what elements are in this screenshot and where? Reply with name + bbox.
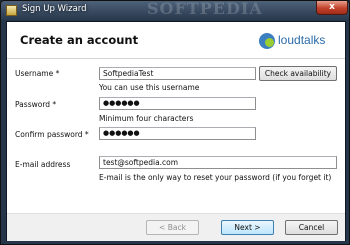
header-panel: Create an account loudtalks <box>7 22 345 58</box>
next-button[interactable]: Next > <box>221 220 274 235</box>
wizard-app-icon <box>6 5 17 16</box>
confirm-password-label: Confirm password * <box>15 130 89 139</box>
wizard-footer: < Back Next > Cancel <box>7 213 345 241</box>
wizard-content: Create an account loudtalks Username * S… <box>6 21 346 241</box>
username-hint: You can use this username <box>99 83 200 92</box>
check-availability-button[interactable]: Check availability <box>259 66 337 81</box>
page-title: Create an account <box>20 33 139 47</box>
window-title: Sign Up Wizard <box>22 4 87 14</box>
email-hint: E-mail is the only way to reset your pas… <box>99 173 332 182</box>
confirm-password-input[interactable]: ●●●●●● <box>99 127 256 140</box>
password-input[interactable]: ●●●●●● <box>99 97 256 110</box>
username-label: Username * <box>15 69 60 78</box>
title-bar[interactable]: Sign Up Wizard SOFTPEDIA x <box>1 0 349 20</box>
wizard-window: Sign Up Wizard SOFTPEDIA x Create an acc… <box>0 0 350 245</box>
password-hint: Minimum four characters <box>99 114 194 123</box>
logo-text: loudtalks <box>278 33 326 47</box>
header-divider <box>7 58 345 59</box>
password-label: Password * <box>15 100 57 109</box>
watermark: SOFTPEDIA <box>147 0 263 18</box>
logo-mark-icon <box>259 33 275 49</box>
cancel-button[interactable]: Cancel <box>285 220 338 235</box>
close-button[interactable]: x <box>316 1 348 15</box>
email-input[interactable]: test@softpedia.com <box>99 156 337 169</box>
loudtalks-logo: loudtalks <box>259 31 339 51</box>
back-button[interactable]: < Back <box>146 220 199 235</box>
email-label: E-mail address <box>15 160 71 169</box>
close-icon: x <box>329 2 335 12</box>
username-input[interactable]: SoftpediaTest <box>99 67 256 80</box>
